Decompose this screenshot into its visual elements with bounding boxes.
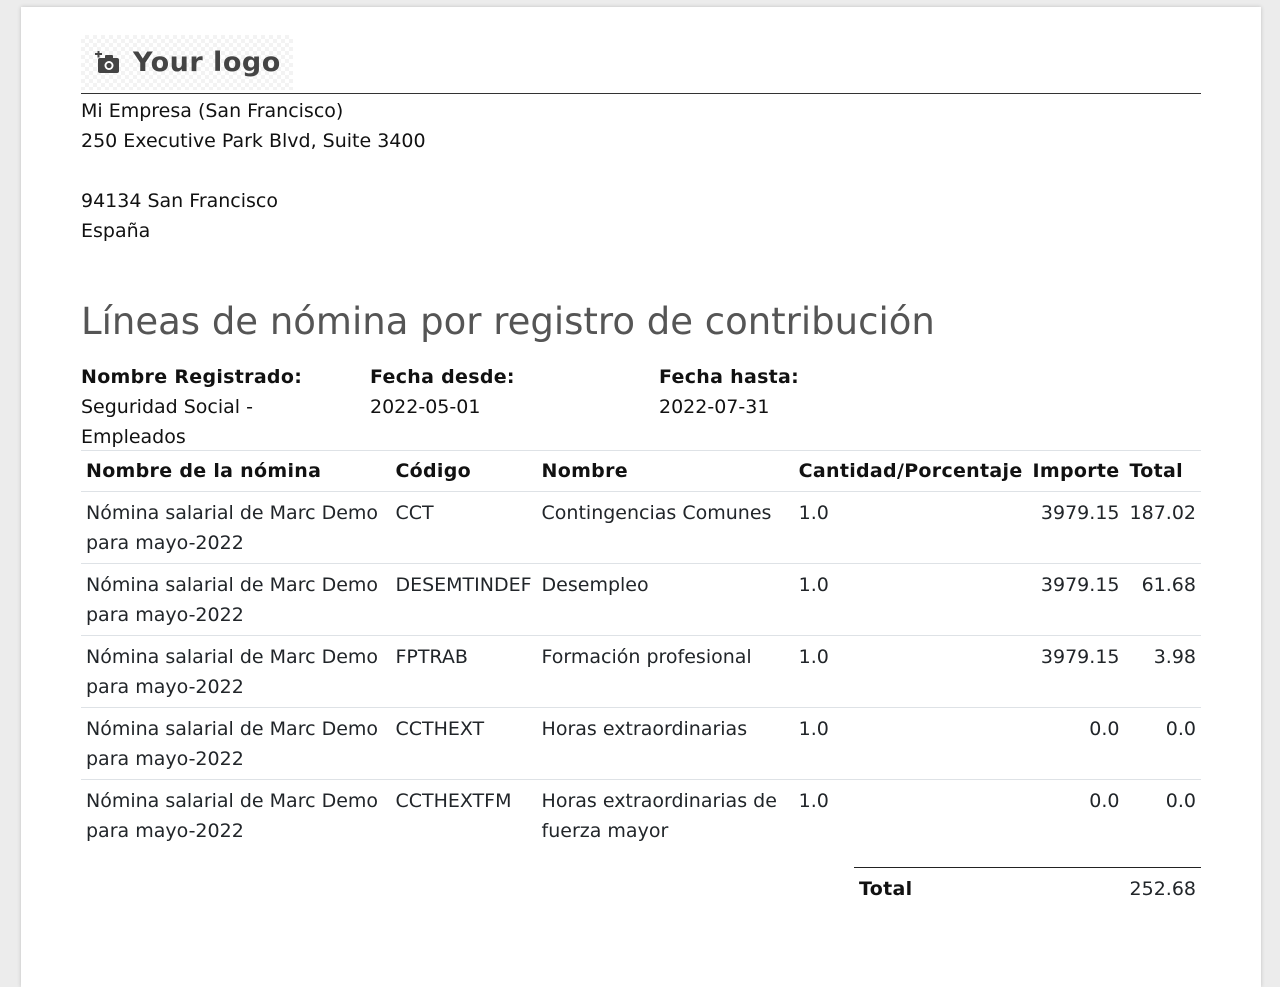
column-header-payslip: Nombre de la nómina — [81, 450, 391, 492]
date-from-label: Fecha desde: — [370, 366, 515, 388]
totals-summary: Total 252.68 — [854, 867, 1201, 910]
cell-payslip: Nómina salarial de Marc Demo para mayo-2… — [81, 563, 391, 636]
cell-amount: 3979.15 — [1027, 563, 1125, 636]
header-divider — [81, 93, 1201, 94]
cell-total: 0.0 — [1165, 790, 1196, 812]
cell-payslip: Nómina salarial de Marc Demo para mayo-2… — [81, 491, 391, 564]
cell-total: 0.0 — [1124, 707, 1201, 780]
table-row: Nómina salarial de Marc Demo para mayo-2… — [81, 707, 1201, 780]
company-address: Mi Empresa (San Francisco) 250 Executive… — [81, 96, 426, 246]
cell-quantity: 1.0 — [798, 790, 829, 812]
cell-total: 187.02 — [1124, 491, 1201, 564]
cell-code: FPTRAB — [390, 635, 537, 708]
company-logo: Your logo — [81, 35, 293, 90]
cell-quantity: 1.0 — [793, 635, 1028, 708]
company-country: España — [81, 220, 151, 242]
cell-code: CCTHEXTFM — [395, 790, 512, 812]
date-to-label: Fecha hasta: — [659, 366, 800, 388]
column-header-amount: Importe — [1027, 450, 1125, 492]
table-row: Nómina salarial de Marc Demo para mayo-2… — [81, 635, 1201, 708]
cell-name: Formación profesional — [536, 635, 794, 708]
payslip-lines-table: Nombre de la nómina Código Nombre Cantid… — [81, 450, 1201, 851]
cell-name: Horas extraordinarias — [536, 707, 794, 780]
table-header-row: Nombre de la nómina Código Nombre Cantid… — [81, 450, 1201, 492]
cell-name: Contingencias Comunes — [536, 491, 794, 564]
cell-amount: 3979.15 — [1027, 491, 1125, 564]
cell-total: 61.68 — [1124, 563, 1201, 636]
company-street: 250 Executive Park Blvd, Suite 3400 — [81, 130, 426, 152]
cell-quantity: 1.0 — [793, 491, 1028, 564]
cell-amount: 3979.15 — [1027, 635, 1125, 708]
cell-amount: 0.0 — [1089, 790, 1120, 812]
total-value: 252.68 — [1129, 878, 1196, 900]
cell-payslip: Nómina salarial de Marc Demo para mayo-2… — [81, 635, 391, 708]
column-header-code: Código — [390, 450, 537, 492]
total-label: Total — [859, 878, 913, 900]
camera-plus-icon — [95, 50, 121, 76]
cell-payslip: Nómina salarial de Marc Demo para mayo-2… — [86, 790, 379, 842]
registered-name-block: Nombre Registrado: Seguridad Social - Em… — [81, 362, 351, 452]
table-row: Nómina salarial de Marc Demo para mayo-2… — [81, 780, 1201, 852]
cell-name: Desempleo — [536, 563, 794, 636]
column-header-quantity: Cantidad/Porcentaje — [793, 450, 1028, 492]
report-page: Your logo Mi Empresa (San Francisco) 250… — [21, 7, 1261, 987]
cell-amount: 0.0 — [1027, 707, 1125, 780]
date-to-block: Fecha hasta: 2022-07-31 — [659, 362, 919, 422]
date-from-value: 2022-05-01 — [370, 396, 481, 418]
date-from-block: Fecha desde: 2022-05-01 — [370, 362, 630, 422]
column-header-name: Nombre — [536, 450, 794, 492]
company-city: 94134 San Francisco — [81, 190, 279, 212]
registered-name-label: Nombre Registrado: — [81, 366, 303, 388]
cell-name: Horas extraordinarias de fuerza mayor — [541, 790, 777, 842]
cell-quantity: 1.0 — [793, 563, 1028, 636]
company-name: Mi Empresa (San Francisco) — [81, 100, 344, 122]
cell-code: CCTHEXT — [390, 707, 537, 780]
cell-quantity: 1.0 — [793, 707, 1028, 780]
table-row: Nómina salarial de Marc Demo para mayo-2… — [81, 563, 1201, 636]
cell-payslip: Nómina salarial de Marc Demo para mayo-2… — [81, 707, 391, 780]
company-street2 — [81, 156, 426, 186]
logo-text: Your logo — [133, 47, 281, 78]
column-header-total: Total — [1124, 450, 1201, 492]
cell-total: 3.98 — [1124, 635, 1201, 708]
date-to-value: 2022-07-31 — [659, 396, 770, 418]
table-row: Nómina salarial de Marc Demo para mayo-2… — [81, 491, 1201, 564]
registered-name-value: Seguridad Social - Empleados — [81, 396, 253, 448]
report-title: Líneas de nómina por registro de contrib… — [81, 300, 935, 343]
cell-code: CCT — [390, 491, 537, 564]
cell-code: DESEMTINDEF — [390, 563, 537, 636]
